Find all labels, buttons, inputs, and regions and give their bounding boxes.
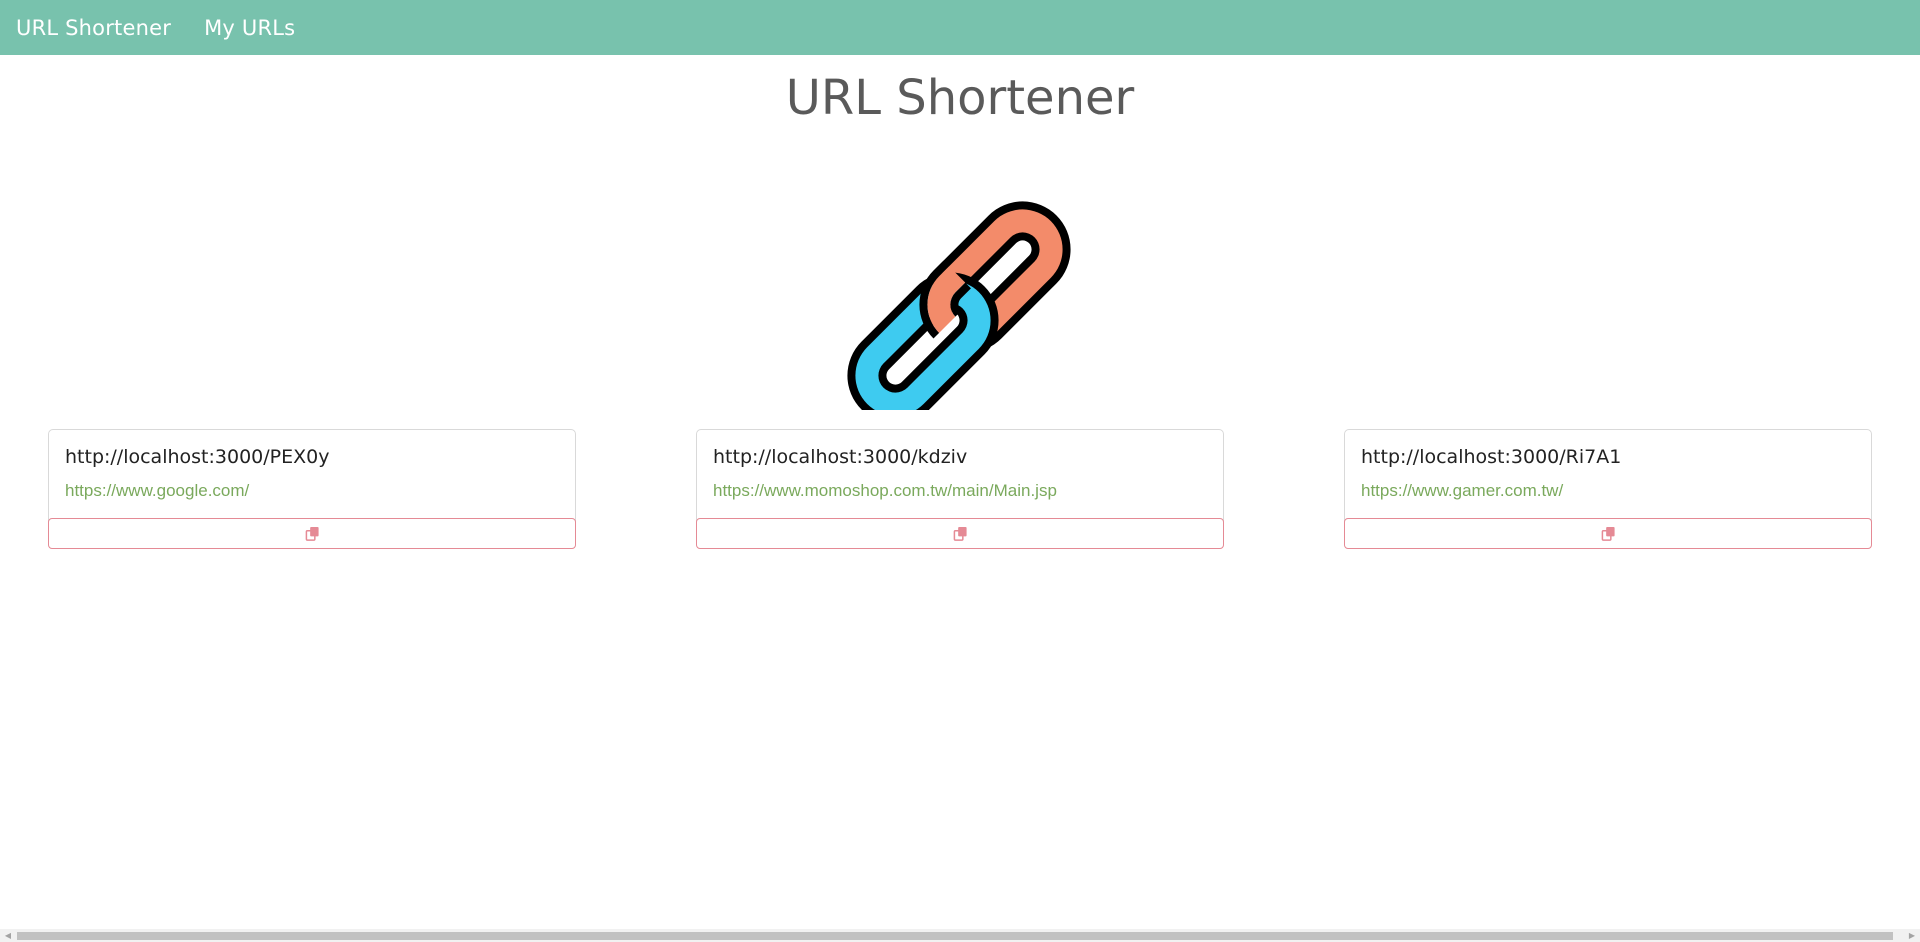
url-card: http://localhost:3000/Ri7A1 https://www.… xyxy=(1344,429,1872,549)
copy-icon xyxy=(1601,526,1615,541)
page-title: URL Shortener xyxy=(785,70,1135,126)
brand-link[interactable]: URL Shortener xyxy=(16,16,171,40)
horizontal-scrollbar[interactable]: ◀ ▶ xyxy=(0,929,1920,942)
copy-button[interactable] xyxy=(1344,518,1872,549)
url-card: http://localhost:3000/kdziv https://www.… xyxy=(696,429,1224,549)
scroll-right-icon[interactable]: ▶ xyxy=(1907,931,1917,940)
top-navbar: URL Shortener My URLs xyxy=(0,0,1920,55)
original-url-link[interactable]: https://www.gamer.com.tw/ xyxy=(1361,481,1563,501)
copy-icon xyxy=(305,526,319,541)
url-card: http://localhost:3000/PEX0y https://www.… xyxy=(48,429,576,549)
scroll-left-icon[interactable]: ◀ xyxy=(3,931,13,940)
chain-link-icon xyxy=(847,201,1071,410)
original-url-link[interactable]: https://www.momoshop.com.tw/main/Main.js… xyxy=(713,481,1057,501)
copy-button[interactable] xyxy=(48,518,576,549)
copy-button[interactable] xyxy=(696,518,1224,549)
short-url-text: http://localhost:3000/PEX0y xyxy=(65,446,330,468)
original-url-link[interactable]: https://www.google.com/ xyxy=(65,481,249,501)
nav-link-my-urls[interactable]: My URLs xyxy=(204,16,295,40)
short-url-text: http://localhost:3000/kdziv xyxy=(713,446,968,468)
copy-icon xyxy=(953,526,967,541)
short-url-text: http://localhost:3000/Ri7A1 xyxy=(1361,446,1622,468)
scrollbar-thumb[interactable] xyxy=(17,932,1893,940)
